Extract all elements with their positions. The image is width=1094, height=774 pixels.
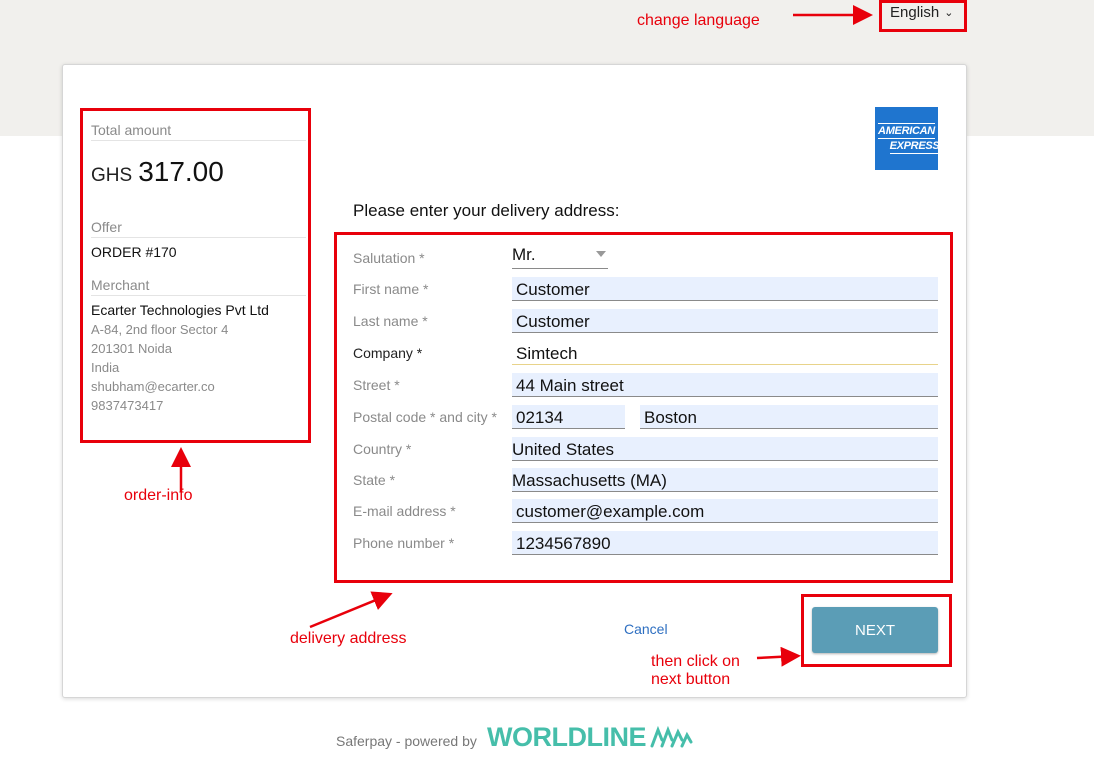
- arrow-to-delivery-address: [309, 591, 393, 629]
- annotation-arrows: [171, 5, 873, 667]
- arrow-to-next: [756, 646, 801, 667]
